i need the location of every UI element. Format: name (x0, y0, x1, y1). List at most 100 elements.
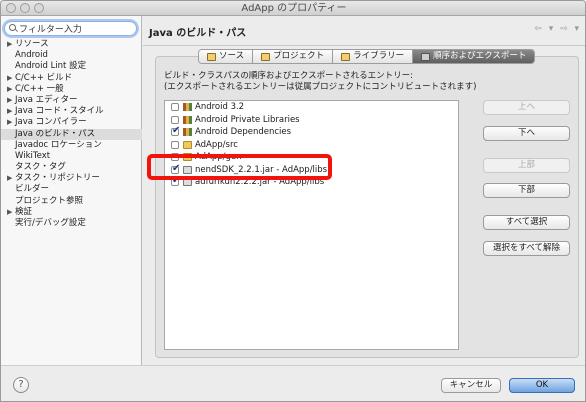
list-item[interactable]: Android 3.2 (165, 101, 458, 114)
panel-description: ビルド・クラスパスの順序およびエクスポートされるエントリー: (エクスポートされ… (164, 71, 476, 93)
bottom-button[interactable]: 下部 (483, 183, 570, 198)
divider (143, 45, 585, 46)
entry-checkbox[interactable] (171, 115, 179, 124)
order-export-icon (421, 52, 431, 61)
tree-item-cpp-build[interactable]: ▶ C/C++ ビルド (1, 73, 142, 84)
tree-item-label: Android (15, 50, 48, 61)
folder-icon (183, 140, 192, 149)
tab-label: ソース (219, 51, 245, 61)
filter-field[interactable] (4, 21, 137, 36)
minimize-window-icon[interactable] (20, 3, 30, 13)
list-item[interactable]: Android Dependencies (165, 125, 458, 139)
project-icon (261, 52, 271, 61)
tree-item-wikitext[interactable]: WikiText (1, 151, 142, 162)
tree-item-run-debug-settings[interactable]: 実行/デバッグ設定 (1, 218, 142, 229)
tree-item-project-references[interactable]: プロジェクト参照 (1, 196, 142, 207)
expand-arrow-icon[interactable]: ▶ (7, 95, 15, 106)
tree-item-label: タスク・リポジトリー (15, 173, 100, 184)
library-icon (341, 52, 351, 61)
entry-checkbox[interactable] (171, 140, 179, 149)
library-icon (183, 115, 192, 124)
up-button[interactable]: 上へ (483, 100, 570, 115)
tab-projects[interactable]: プロジェクト (253, 50, 334, 63)
description-line: ビルド・クラスパスの順序およびエクスポートされるエントリー: (164, 71, 413, 81)
expand-arrow-icon[interactable]: ▶ (7, 73, 15, 84)
library-icon (183, 103, 192, 112)
tree-item-java-code-style[interactable]: ▶ Java コード・スタイル (1, 106, 142, 117)
tree-item-label: Java コンパイラー (15, 117, 87, 128)
tree-item-label: Android Lint 設定 (15, 61, 87, 72)
tree-item-label: 実行/デバッグ設定 (15, 218, 86, 228)
tree-item-android[interactable]: Android (1, 50, 142, 61)
help-icon[interactable]: ? (13, 377, 29, 393)
tree-item-java-compiler[interactable]: ▶ Java コンパイラー (1, 117, 142, 128)
tab-bar: ソース プロジェクト ライブラリー 順序およびエクスポート (198, 49, 536, 64)
ok-button[interactable]: OK (509, 378, 575, 393)
history-nav-icon[interactable]: ⇦ ▾ ⇨ ▾ (534, 24, 581, 34)
title-bar: AdApp のプロパティー (1, 1, 585, 16)
tree-item-label: C/C++ ビルド (15, 72, 73, 83)
select-all-button[interactable]: すべて選択 (483, 215, 570, 230)
tree-item-label: Java のビルド・パス (15, 128, 96, 139)
sidebar: ▶リソース Android Android Lint 設定 ▶C/C++ ビルド… (1, 16, 142, 365)
properties-window: AdApp のプロパティー ▶リソース Android Android Lint… (0, 0, 586, 402)
zoom-window-icon[interactable] (34, 3, 44, 13)
expand-arrow-icon[interactable]: ▶ (7, 173, 15, 184)
entry-label: Android 3.2 (195, 102, 245, 113)
tab-libraries[interactable]: ライブラリー (333, 50, 414, 63)
property-tree: ▶ リソース Android Android Lint 設定 ▶ C/C++ ビルド… (1, 39, 142, 229)
window-controls (6, 3, 44, 13)
tree-item-task-repository[interactable]: ▶ タスク・リポジトリー (1, 173, 142, 184)
tab-source[interactable]: ソース (199, 50, 254, 63)
tab-label: プロジェクト (273, 51, 325, 61)
tree-item-label: Java コード・スタイル (15, 106, 104, 117)
tree-item-label: Java エディター (15, 94, 78, 105)
tree-item-javadoc-location[interactable]: Javadoc ロケーション (1, 140, 142, 151)
tree-item-task-tags[interactable]: タスク・タグ (1, 162, 142, 173)
search-icon (9, 24, 16, 31)
footer: ? キャンセル OK (1, 365, 585, 401)
list-item[interactable]: AdApp/src (165, 139, 458, 152)
cancel-button[interactable]: キャンセル (441, 378, 501, 393)
list-item[interactable]: Android Private Libraries (165, 114, 458, 127)
top-button[interactable]: 上部 (483, 158, 570, 173)
expand-arrow-icon[interactable]: ▶ (7, 39, 15, 50)
entry-label: Android Dependencies (195, 127, 292, 138)
tree-item-android-lint[interactable]: Android Lint 設定 (1, 61, 142, 72)
down-button[interactable]: 下へ (483, 126, 570, 141)
tab-order-and-export[interactable]: 順序およびエクスポート (413, 50, 535, 63)
tree-item-label: プロジェクト参照 (15, 195, 84, 206)
tab-label: 順序およびエクスポート (433, 51, 527, 61)
tree-item-label: C/C++ 一般 (15, 83, 64, 94)
expand-arrow-icon[interactable]: ▶ (7, 84, 15, 95)
main-panel: Java のビルド・パス ⇦ ▾ ⇨ ▾ ソース プロジェクト ライブラリー 順… (143, 16, 585, 365)
source-folder-icon (207, 52, 216, 61)
window-title: AdApp のプロパティー (241, 3, 347, 14)
tree-item-resource[interactable]: ▶ リソース (1, 39, 142, 50)
tree-item-java-editor[interactable]: ▶ Java エディター (1, 95, 142, 106)
order-export-panel: ビルド・クラスパスの順序およびエクスポートされるエントリー: (エクスポートされ… (147, 56, 579, 358)
tree-item-label: 検証 (15, 206, 33, 217)
description-line: (エクスポートされるエントリーは従属プロジェクトにコントリビュートされます) (164, 82, 477, 92)
tree-item-validation[interactable]: ▶ 検証 (1, 207, 142, 218)
entry-checkbox[interactable] (171, 103, 179, 112)
tree-item-label: WikiText (15, 150, 51, 161)
classpath-entry-list[interactable]: Android 3.2 Android Private Libraries An… (164, 100, 459, 350)
expand-arrow-icon[interactable]: ▶ (7, 117, 15, 128)
tree-item-label: Javadoc ロケーション (15, 139, 102, 150)
close-window-icon[interactable] (6, 3, 16, 13)
deselect-all-button[interactable]: 選択をすべて解除 (483, 241, 570, 256)
highlight-box (147, 154, 332, 180)
tree-item-builders[interactable]: ビルダー (1, 184, 142, 195)
tree-item-cpp-general[interactable]: ▶ C/C++ 一般 (1, 84, 142, 95)
expand-arrow-icon[interactable]: ▶ (7, 207, 15, 218)
tree-item-java-build-path[interactable]: Java のビルド・パス (1, 128, 142, 140)
entry-label: AdApp/src (195, 139, 238, 150)
filter-input[interactable] (19, 23, 127, 34)
tree-item-label: ビルダー (15, 184, 50, 195)
library-icon (183, 128, 192, 137)
tree-item-label: タスク・タグ (15, 162, 66, 173)
expand-arrow-icon[interactable]: ▶ (7, 106, 15, 117)
entry-label: Android Private Libraries (195, 114, 300, 125)
entry-checkbox[interactable] (171, 125, 180, 137)
